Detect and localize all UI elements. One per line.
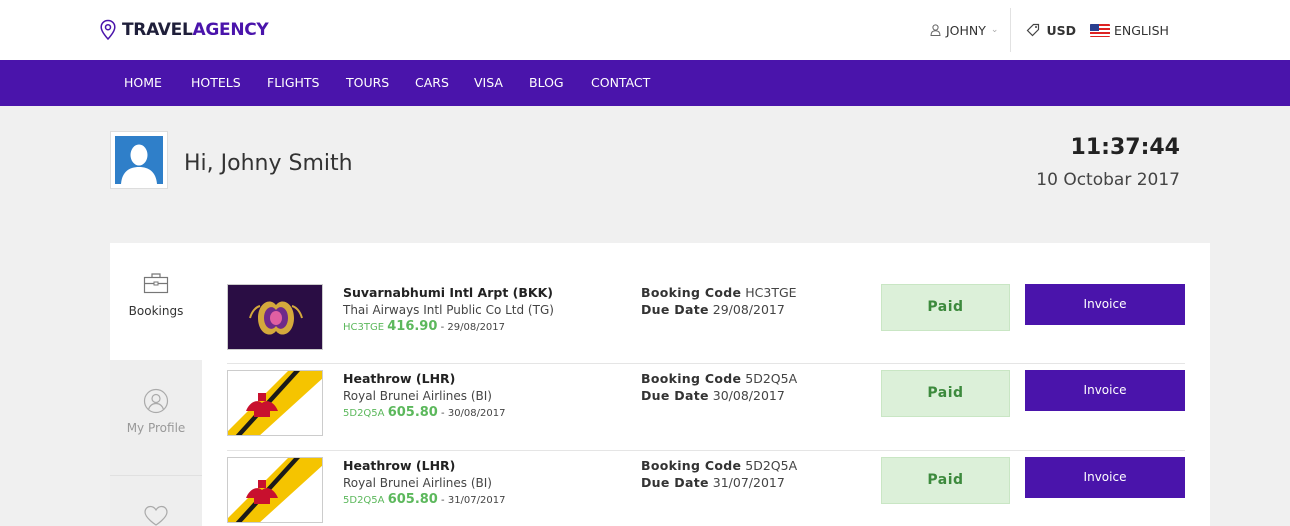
map-pin-icon [100,19,116,41]
user-icon [930,24,941,36]
booking-airline: Royal Brunei Airlines (BI) [343,389,492,403]
us-flag-icon [1090,23,1110,37]
account-sidebar: Bookings My Profile [110,243,202,526]
booking-title[interactable]: Heathrow (LHR) [343,458,455,473]
booking-title[interactable]: Heathrow (LHR) [343,371,455,386]
booking-code-line: Booking Code 5D2Q5A [641,371,797,386]
booking-date: - 31/07/2017 [441,495,506,506]
booking-price-line: HC3TGE 416.90 - 29/08/2017 [343,319,505,334]
booking-ref: 5D2Q5A [343,495,385,506]
main-nav: HOME HOTELS FLIGHTS TOURS CARS VISA BLOG… [0,60,1290,106]
due-date-label: Due Date [641,388,709,403]
booking-price: 605.80 [387,492,438,507]
airline-logo-thai [227,284,323,350]
booking-code-label: Booking Code [641,458,742,473]
chevron-down-icon: ⌄ [990,25,999,35]
booking-price-line: 5D2Q5A 605.80 - 30/08/2017 [343,405,505,420]
user-menu[interactable]: JOHNY ⌄ [930,23,998,38]
clock-time: 11:37:44 [1070,135,1180,160]
greeting-text: Hi, Johny Smith [184,151,353,176]
booking-date: - 30/08/2017 [441,408,506,419]
currency-label: USD [1046,22,1076,38]
nav-cars[interactable]: CARS [415,60,449,106]
avatar[interactable] [110,131,168,189]
language-label: ENGLISH [1114,22,1169,38]
booking-code-label: Booking Code [641,285,742,300]
sidebar-item-label: Bookings [128,304,184,318]
header-divider [1010,8,1012,52]
sidebar-item-label: My Profile [126,421,186,435]
heart-icon [144,505,168,526]
invoice-button[interactable]: Invoice [1025,284,1185,325]
due-date-label: Due Date [641,475,709,490]
bookings-panel: Bookings My Profile Suvarnabhumi Intl Ar… [110,243,1210,526]
invoice-button[interactable]: Invoice [1025,457,1185,498]
header-actions: JOHNY ⌄ USD ENGLISH [930,0,1169,60]
booking-code-line: Booking Code HC3TGE [641,285,797,300]
top-bar: TRAVELAGENCY JOHNY ⌄ USD ENGLISH [0,0,1290,60]
booking-price: 416.90 [387,319,438,334]
booking-ref: HC3TGE [343,322,385,333]
booking-code-label: Booking Code [641,371,742,386]
brand-logo[interactable]: TRAVELAGENCY [99,19,269,41]
currency-selector[interactable]: USD [1026,23,1076,38]
nav-tours[interactable]: TOURS [346,60,389,106]
due-date-label: Due Date [641,302,709,317]
due-date-line: Due Date 31/07/2017 [641,475,785,490]
briefcase-icon [143,273,169,294]
invoice-button[interactable]: Invoice [1025,370,1185,411]
airline-logo-royal-brunei [227,370,323,436]
status-badge: Paid [881,370,1010,417]
avatar-silhouette-icon [115,136,163,184]
nav-flights[interactable]: FLIGHTS [267,60,320,106]
clock-date: 10 Octobar 2017 [1036,170,1180,190]
nav-hotels[interactable]: HOTELS [191,60,241,106]
booking-date: - 29/08/2017 [440,322,506,333]
brand-name-part1: TRAVEL [122,20,193,40]
booking-airline: Thai Airways Intl Public Co Ltd (TG) [343,303,554,317]
sidebar-item-wishlist[interactable] [110,476,202,526]
nav-home[interactable]: HOME [124,60,162,106]
row-divider [227,450,1185,451]
brand-name: TRAVELAGENCY [122,20,269,40]
tag-icon [1027,23,1040,37]
nav-visa[interactable]: VISA [474,60,503,106]
nav-contact[interactable]: CONTACT [591,60,650,106]
booking-price: 605.80 [387,405,438,420]
nav-blog[interactable]: BLOG [529,60,564,106]
row-divider [227,363,1185,364]
booking-code-value: 5D2Q5A [745,458,798,473]
status-badge: Paid [881,284,1010,331]
sidebar-item-my-profile[interactable]: My Profile [110,360,202,475]
airline-logo-royal-brunei [227,457,323,523]
booking-airline: Royal Brunei Airlines (BI) [343,476,492,490]
booking-code-value: HC3TGE [745,285,797,300]
due-date-line: Due Date 30/08/2017 [641,388,785,403]
sidebar-item-bookings[interactable]: Bookings [110,243,202,360]
language-selector[interactable]: ENGLISH [1090,23,1169,38]
booking-ref: 5D2Q5A [343,408,385,419]
status-badge: Paid [881,457,1010,504]
due-date-value: 29/08/2017 [712,302,785,317]
due-date-value: 31/07/2017 [712,475,785,490]
due-date-line: Due Date 29/08/2017 [641,302,785,317]
booking-code-value: 5D2Q5A [745,371,798,386]
booking-code-line: Booking Code 5D2Q5A [641,458,797,473]
booking-price-line: 5D2Q5A 605.80 - 31/07/2017 [343,492,505,507]
user-name: JOHNY [946,22,986,38]
user-circle-icon [143,388,169,414]
brand-name-part2: AGENCY [192,20,269,40]
booking-title[interactable]: Suvarnabhumi Intl Arpt (BKK) [343,285,553,300]
due-date-value: 30/08/2017 [712,388,785,403]
